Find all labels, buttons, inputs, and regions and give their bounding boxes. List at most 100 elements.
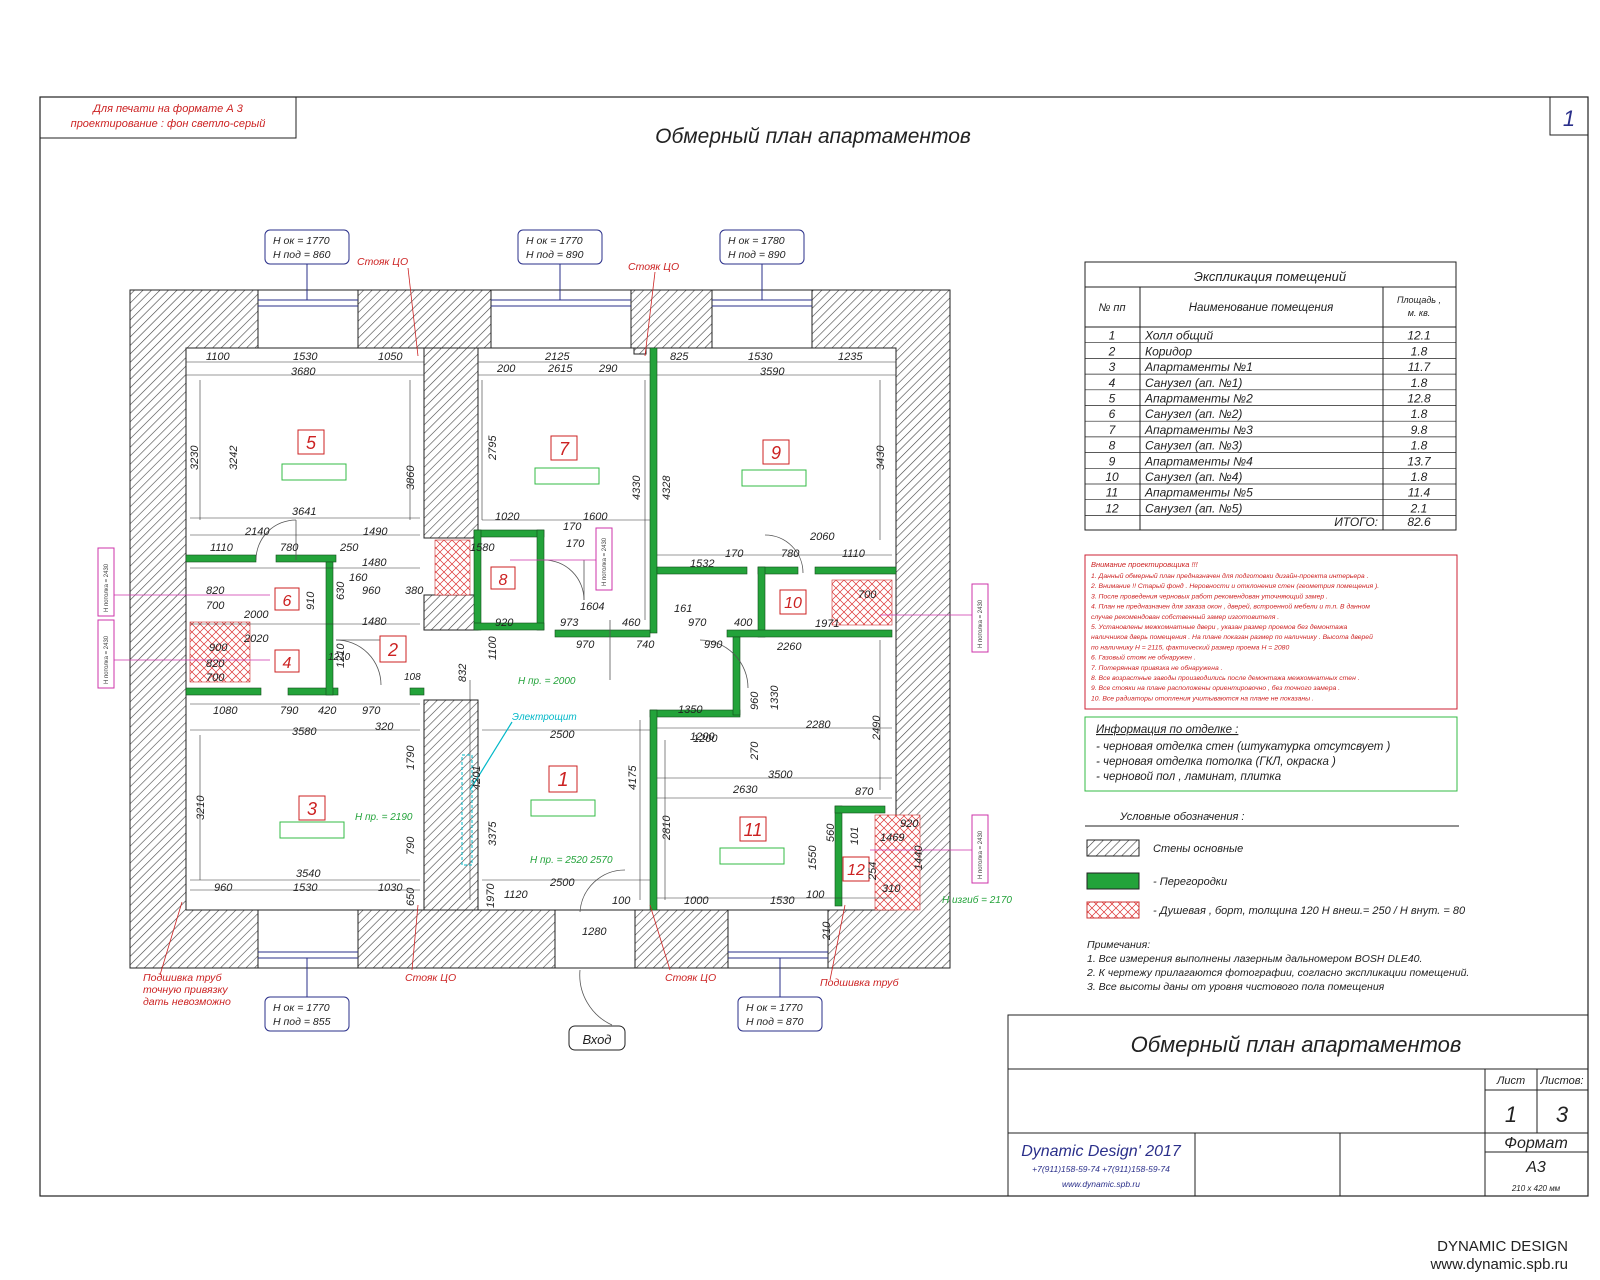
height-note-4: Н изгиб = 2170 (942, 894, 1012, 906)
pipe-note-line2: точную привязку (143, 984, 228, 996)
dim-low-6: 1350 (678, 704, 703, 716)
dim-mid-11: 700 (206, 600, 225, 612)
dim-mid-34: 820 (206, 658, 225, 670)
dim-vert-23: 960 (749, 691, 761, 710)
explication-col-num: № пп (1098, 302, 1125, 314)
dim-top-5: 1530 (748, 351, 773, 363)
designer-notes-title: Внимание проектировщика !!! (1091, 560, 1199, 569)
dim-low-16: 1030 (378, 882, 403, 894)
dim-vert-3: 2795 (487, 435, 499, 461)
dim-vert-15: 3375 (487, 821, 499, 846)
dim-low-21: 1000 (684, 895, 709, 907)
electric-label: Электрощит (512, 712, 577, 723)
dim-low-14: 960 (214, 882, 233, 894)
dim-mid-9: 380 (405, 585, 424, 597)
window-4-pod: Н под = 855 (273, 1016, 331, 1028)
explication-col-area-1: Площадь , (1397, 295, 1441, 305)
dim-mid-40: 970 (688, 617, 707, 629)
dim-vert-11: 1100 (487, 635, 499, 660)
dim-mid-28: 1110 (842, 548, 866, 560)
legend-title: Условные обозначения : (1119, 811, 1245, 823)
remarks-title: Примечания: (1087, 939, 1150, 951)
dim-low-17: 3540 (296, 868, 321, 880)
window-1-pod: Н под = 860 (273, 249, 331, 261)
explication-row-1-n: 1 (1109, 329, 1116, 343)
dim-mid-4: 780 (280, 542, 299, 554)
title-block-sheets-value: 3 (1556, 1102, 1569, 1127)
explication-row-5-n: 5 (1109, 392, 1116, 406)
dim-mid-0: 3641 (292, 506, 316, 518)
title-block-format-value: А3 (1525, 1159, 1546, 1176)
explication-row-10-name: Санузел (ап. №4) (1145, 470, 1242, 484)
dim-vert-2: 3860 (405, 465, 417, 490)
footer-url: www.dynamic.spb.ru (1430, 1256, 1568, 1273)
window-height-texts: Н ок = 1770 Н под = 860 Н ок = 1770 Н по… (273, 235, 804, 1028)
explication-row-3-name: Апартаменты №1 (1144, 360, 1253, 374)
room-label-3: 3 (307, 799, 317, 819)
explication-row-7-name: Апартаменты №3 (1144, 423, 1253, 437)
dim-top-9: 2615 (547, 363, 573, 375)
window-3-ok: Н ок = 1780 (728, 235, 785, 247)
dim-vert-26: 560 (825, 823, 837, 842)
height-note-1: Н пр. = 2000 (518, 676, 576, 687)
dim-mid-12: 2000 (243, 609, 269, 621)
floor-plan-drawing: Для печати на формате А 3 проектирование… (39, 96, 1589, 1197)
designer-note-line-7: наличников дверь помещения . На плане по… (1091, 633, 1373, 641)
dim-mid-16: 1580 (470, 542, 495, 554)
dim-mid-2: 1490 (363, 526, 388, 538)
dim-low-0: 1080 (213, 705, 238, 717)
room-label-2: 2 (387, 640, 398, 660)
side-tag-4-ceiling: Н потолка = 2430 (978, 599, 984, 648)
room-label-6: 6 (283, 593, 292, 610)
legend-partitions-label: - Перегородки (1153, 876, 1227, 888)
remarks-item-1: 1. Все измерения выполнены лазерным даль… (1087, 953, 1422, 965)
entrance-opening (554, 909, 636, 969)
dim-low-3: 970 (362, 705, 381, 717)
dim-vert-7: 910 (305, 591, 317, 610)
designer-note-line-4: 4. План не предназначен для заказа окон … (1091, 603, 1370, 611)
dim-mid-15: 1600 (583, 511, 608, 523)
pipe-note-1: Подшивка труб (143, 972, 223, 984)
dim-vert-29: 1440 (913, 845, 925, 870)
print-note-line1: Для печати на формате А 3 (91, 103, 244, 115)
riser-label-2: Стояк ЦО (628, 261, 679, 273)
side-tag-1-ceiling: Н потолка = 2430 (104, 563, 110, 612)
dim-mid-29: 2060 (809, 531, 835, 543)
explication-row-8-area: 1.8 (1411, 439, 1428, 453)
explication-row-5-area: 12.8 (1407, 392, 1431, 406)
dim-mid-30: 700 (858, 589, 877, 601)
explication-row-11-name: Апартаменты №5 (1144, 486, 1253, 500)
room-label-4: 4 (283, 655, 292, 672)
dim-top-1: 1530 (293, 351, 318, 363)
title-block-format-size: 210 х 420 мм (1511, 1184, 1561, 1193)
explication-total-value: 82.6 (1407, 515, 1431, 529)
explication-row-12-area: 2.1 (1410, 501, 1428, 515)
dim-low-12: 3500 (768, 769, 793, 781)
dim-mid-18: 1604 (580, 601, 604, 613)
pipe-note-2: Подшивка труб (820, 977, 900, 989)
dim-vert-21: 2490 (871, 715, 883, 741)
room-label-8: 8 (499, 572, 508, 589)
explication-row-1-area: 12.1 (1407, 329, 1430, 343)
dim-low-5: 320 (375, 721, 394, 733)
explication-row-8-name: Санузел (ап. №3) (1145, 439, 1242, 453)
dim-mid-17: 170 (566, 538, 585, 550)
footer-brand: DYNAMIC DESIGN (1437, 1238, 1568, 1255)
dim-mid-35: 700 (206, 672, 225, 684)
explication-row-2-name: Коридор (1145, 344, 1192, 358)
dim-vert-30: 210 (821, 921, 833, 941)
dim-low-13: 870 (855, 786, 874, 798)
legend-shower-swatch (1086, 901, 1140, 919)
dim-low-25: 920 (900, 818, 919, 830)
room-label-7: 7 (559, 439, 570, 459)
explication-title: Экспликация помещений (1194, 269, 1346, 284)
dim-vert-4: 4330 (631, 475, 643, 500)
height-note-2: Н пр. = 2190 (355, 812, 413, 823)
side-tag-3-ceiling: Н потолка = 2430 (602, 537, 608, 586)
dim-vert-5: 4328 (661, 475, 673, 500)
dim-vert-6: 3430 (875, 445, 887, 470)
side-tag-5-ceiling: Н потолка = 2430 (978, 830, 984, 879)
dim-vert-17: 1790 (405, 745, 417, 770)
window-2-ok: Н ок = 1770 (526, 235, 583, 247)
dim-low-9: 1200 (693, 733, 718, 745)
